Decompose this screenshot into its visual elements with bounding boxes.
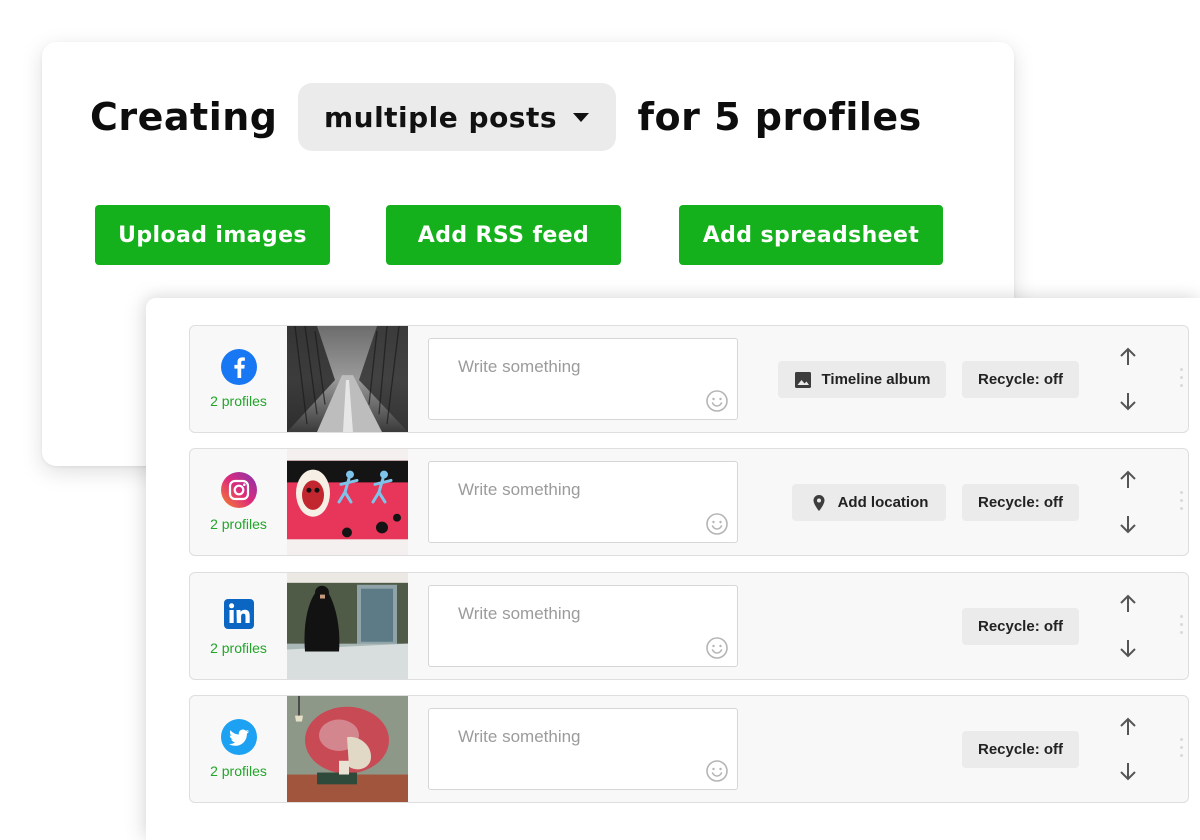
post-text-field[interactable]: Write something (428, 585, 738, 667)
post-text-placeholder: Write something (458, 480, 581, 499)
post-row-facebook: 2 profiles Write something Timeline albu… (189, 325, 1189, 433)
linkedin-icon (223, 599, 254, 629)
post-image-illustration[interactable] (287, 449, 408, 555)
recycle-toggle[interactable]: Recycle: off (962, 731, 1079, 768)
profiles-count: 2 profiles (210, 640, 267, 656)
recycle-toggle[interactable]: Recycle: off (962, 608, 1079, 645)
location-pin-icon (813, 494, 825, 511)
image-icon (794, 371, 811, 388)
headline-suffix: for 5 profiles (637, 95, 922, 139)
recycle-label: Recycle: off (977, 618, 1064, 635)
profile-selector[interactable]: 2 profiles (190, 696, 287, 802)
arrow-down-icon (1120, 393, 1136, 411)
emoji-icon[interactable] (705, 389, 729, 413)
posts-list-panel: 2 profiles Write something Timeline albu… (146, 298, 1200, 840)
timeline-album-label: Timeline album (821, 371, 931, 388)
move-down-button[interactable] (1116, 636, 1140, 660)
move-up-button[interactable] (1116, 715, 1140, 739)
recycle-toggle[interactable]: Recycle: off (962, 484, 1079, 521)
profiles-count: 2 profiles (210, 516, 267, 532)
post-image-painting[interactable] (287, 573, 408, 679)
profiles-count: 2 profiles (210, 393, 267, 409)
drag-handle[interactable] (1180, 615, 1184, 637)
page-headline: Creating multiple posts for 5 profiles (90, 82, 922, 152)
upload-images-button[interactable]: Upload images (95, 205, 330, 265)
arrow-down-icon (1120, 763, 1136, 781)
move-up-button[interactable] (1116, 345, 1140, 369)
post-text-placeholder: Write something (458, 727, 581, 746)
arrow-down-icon (1120, 516, 1136, 534)
facebook-icon (220, 349, 257, 385)
post-image-forest-road[interactable] (287, 326, 408, 432)
emoji-icon[interactable] (705, 759, 729, 783)
recycle-toggle[interactable]: Recycle: off (962, 361, 1079, 398)
recycle-label: Recycle: off (977, 494, 1064, 511)
post-text-field[interactable]: Write something (428, 461, 738, 543)
profile-selector[interactable]: 2 profiles (190, 573, 287, 679)
emoji-icon[interactable] (705, 636, 729, 660)
post-text-field[interactable]: Write something (428, 708, 738, 790)
drag-handle[interactable] (1180, 491, 1184, 513)
recycle-label: Recycle: off (977, 371, 1064, 388)
arrow-up-icon (1120, 717, 1136, 735)
profiles-count: 2 profiles (210, 763, 267, 779)
profile-selector[interactable]: 2 profiles (190, 449, 287, 555)
move-up-button[interactable] (1116, 592, 1140, 616)
arrow-up-icon (1120, 594, 1136, 612)
add-spreadsheet-button[interactable]: Add spreadsheet (679, 205, 943, 265)
twitter-icon (220, 719, 257, 755)
drag-handle[interactable] (1180, 738, 1184, 760)
emoji-icon[interactable] (705, 512, 729, 536)
recycle-label: Recycle: off (977, 741, 1064, 758)
post-text-placeholder: Write something (458, 604, 581, 623)
post-mode-dropdown[interactable]: multiple posts (297, 83, 616, 151)
post-text-placeholder: Write something (458, 357, 581, 376)
move-down-button[interactable] (1116, 759, 1140, 783)
add-location-label: Add location (837, 494, 929, 511)
post-mode-value: multiple posts (323, 100, 558, 134)
post-row-twitter: 2 profiles Write something Recycle: off (189, 695, 1189, 803)
move-down-button[interactable] (1116, 512, 1140, 536)
post-image-surreal-painting[interactable] (287, 696, 408, 802)
profile-selector[interactable]: 2 profiles (190, 326, 287, 432)
add-location-button[interactable]: Add location (792, 484, 946, 521)
move-down-button[interactable] (1116, 389, 1140, 413)
timeline-album-button[interactable]: Timeline album (778, 361, 946, 398)
chevron-down-icon (573, 112, 590, 122)
post-row-instagram: 2 profiles Write something Add location … (189, 448, 1189, 556)
drag-handle[interactable] (1180, 368, 1184, 390)
arrow-up-icon (1120, 347, 1136, 365)
add-rss-feed-button[interactable]: Add RSS feed (386, 205, 621, 265)
headline-prefix: Creating (90, 95, 278, 139)
arrow-down-icon (1120, 640, 1136, 658)
move-up-button[interactable] (1116, 468, 1140, 492)
post-text-field[interactable]: Write something (428, 338, 738, 420)
post-row-linkedin: 2 profiles Write something Recycle: off (189, 572, 1189, 680)
arrow-up-icon (1120, 470, 1136, 488)
instagram-icon (220, 472, 257, 508)
